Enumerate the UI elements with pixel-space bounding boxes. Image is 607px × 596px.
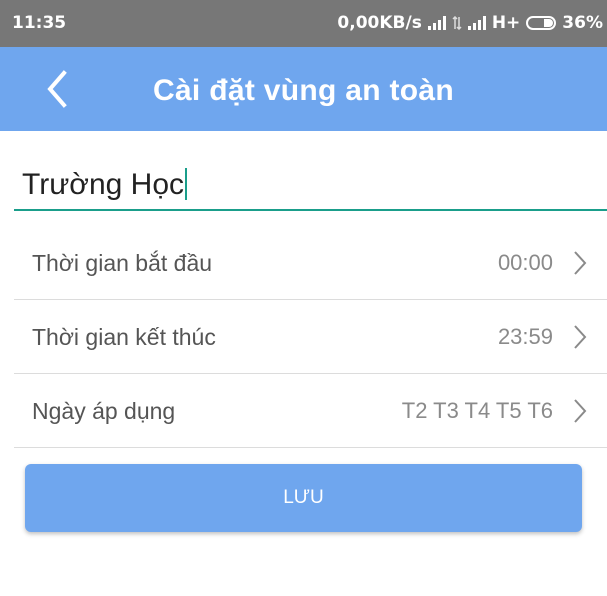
zone-name-input[interactable]: Trường Học — [22, 163, 188, 207]
apply-days-label: Ngày áp dụng — [32, 398, 176, 424]
zone-name-field[interactable]: Trường Học — [14, 163, 607, 211]
chevron-right-icon — [574, 251, 587, 275]
end-time-row[interactable]: Thời gian kết thúc 23:59 — [14, 300, 607, 374]
battery-level: 36% — [562, 13, 603, 33]
start-time-row[interactable]: Thời gian bắt đầu 00:00 — [14, 226, 607, 300]
text-cursor — [185, 168, 188, 201]
save-button[interactable]: LƯU — [25, 464, 582, 532]
start-time-label: Thời gian bắt đầu — [32, 250, 213, 276]
chevron-right-icon — [574, 399, 587, 423]
zone-name-value: Trường Học — [22, 168, 185, 201]
status-bar: 11:35 0,00KB/s H+ 36% — [0, 0, 607, 47]
apply-days-row[interactable]: Ngày áp dụng T2 T3 T4 T5 T6 — [14, 374, 607, 448]
battery-icon — [526, 16, 557, 30]
signal-icon — [427, 16, 446, 30]
start-time-value: 00:00 — [497, 250, 553, 275]
end-time-value: 23:59 — [497, 324, 553, 349]
network-speed: 0,00KB/s — [337, 13, 422, 33]
network-type: H+ — [491, 13, 521, 33]
page-title: Cài đặt vùng an toàn — [152, 74, 455, 107]
apply-days-value: T2 T3 T4 T5 T6 — [401, 398, 553, 423]
end-time-label: Thời gian kết thúc — [32, 324, 216, 350]
app-bar: Cài đặt vùng an toàn — [0, 47, 607, 131]
status-icons: 0,00KB/s H+ 36% — [337, 13, 603, 33]
status-time: 11:35 — [12, 13, 67, 33]
data-transfer-icon — [452, 16, 462, 30]
chevron-right-icon — [574, 325, 587, 349]
signal-icon-2 — [467, 16, 486, 30]
